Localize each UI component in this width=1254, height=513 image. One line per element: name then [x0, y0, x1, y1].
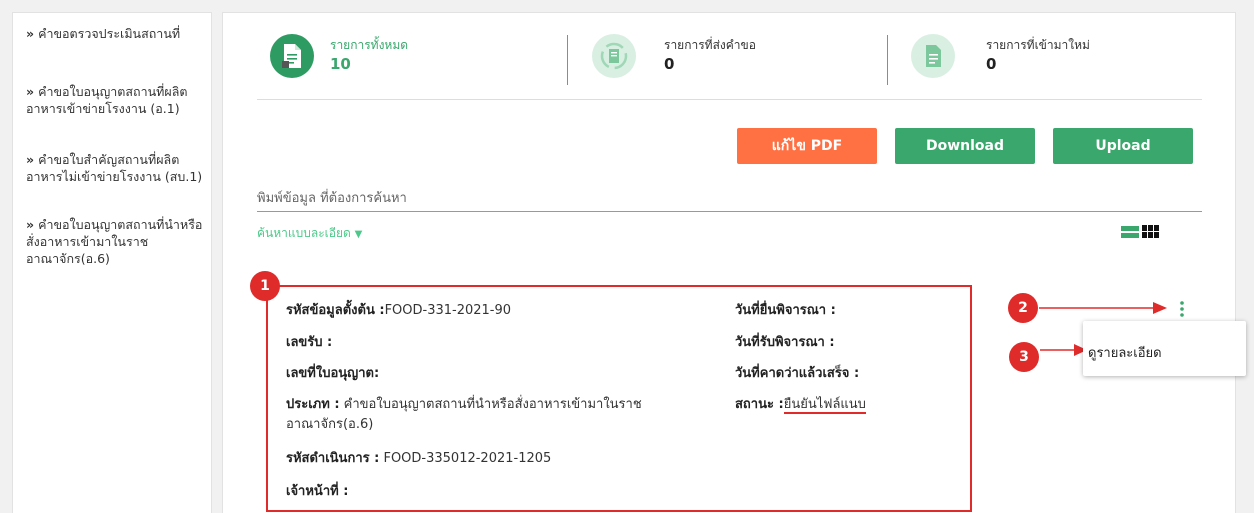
officer-row: เจ้าหน้าที่ : [286, 482, 348, 502]
stat-total-label: รายการทั้งหมด [330, 38, 409, 52]
license-no-label: เลขที่ใบอนุญาต: [286, 366, 380, 381]
annotation-badge-2: 2 [1008, 293, 1038, 323]
receive-no-label: เลขรับ : [286, 335, 333, 350]
stat-total-value: 10 [330, 55, 351, 73]
receive-no-row: เลขรับ : [286, 333, 332, 353]
divider [567, 35, 568, 85]
double-chevron-icon: » [26, 84, 35, 99]
sidebar-item-factory-license[interactable]: » คำขอใบอนุญาตสถานที่ผลิตอาหารเข้าข่ายโรง… [26, 83, 206, 117]
stat-submitted-value: 0 [664, 55, 675, 73]
sidebar-item-non-factory-certificate[interactable]: » คำขอใบสำคัญสถานที่ผลิตอาหารไม่เข้าข่ายโ… [26, 151, 206, 185]
context-menu: ดูรายละเอียด [1083, 321, 1246, 376]
sidebar-item-inspection[interactable]: » คำขอตรวจประเมินสถานที่ [26, 25, 206, 42]
origin-code-label: รหัสข้อมูลตั้งต้น : [286, 303, 385, 318]
chevron-down-icon: ▼ [354, 229, 363, 240]
expected-date-label: วันที่คาดว่าแล้วเสร็จ : [735, 366, 860, 381]
type-label: ประเภท : [286, 397, 340, 412]
sidebar-item-label: คำขอใบอนุญาตสถานที่ผลิตอาหารเข้าข่ายโรงง… [26, 84, 188, 116]
edit-pdf-button[interactable]: แก้ไข PDF [737, 128, 877, 164]
download-button[interactable]: Download [895, 128, 1035, 164]
process-code-row: รหัสดำเนินการ : FOOD-335012-2021-1205 [286, 449, 551, 469]
process-code-value: FOOD-335012-2021-1205 [383, 451, 552, 466]
grid-view-icon[interactable] [1142, 224, 1160, 240]
record-card: รหัสข้อมูลตั้งต้น :FOOD-331-2021-90 เลขร… [266, 285, 972, 512]
submit-date-label: วันที่ยื่นพิจารณา : [735, 303, 836, 318]
sync-document-icon [592, 34, 636, 78]
double-chevron-icon: » [26, 152, 35, 167]
list-view-icon[interactable] [1121, 224, 1139, 240]
view-detail-menu-item[interactable]: ดูรายละเอียด [1088, 342, 1162, 363]
stat-new-label: รายการที่เข้ามาใหม่ [986, 38, 1090, 52]
status-row: สถานะ :ยืนยันไฟล์แนบ [735, 395, 866, 415]
type-row: ประเภท : คำขอใบอนุญาตสถานที่นำหรือสั่งอา… [286, 395, 686, 435]
annotation-badge-3: 3 [1009, 342, 1039, 372]
kebab-menu-icon[interactable] [1177, 299, 1187, 319]
expected-date-row: วันที่คาดว่าแล้วเสร็จ : [735, 364, 859, 384]
status-label: สถานะ : [735, 397, 784, 412]
process-code-label: รหัสดำเนินการ : [286, 451, 380, 466]
divider [887, 35, 888, 85]
stats-divider [257, 99, 1202, 100]
submit-date-row: วันที่ยื่นพิจารณา : [735, 301, 836, 321]
upload-button[interactable]: Upload [1053, 128, 1193, 164]
double-chevron-icon: » [26, 26, 35, 41]
sidebar-item-label: คำขอใบอนุญาตสถานที่นำหรือสั่งอาหารเข้ามา… [26, 217, 203, 266]
annotation-badge-1: 1 [250, 271, 280, 301]
receive-date-row: วันที่รับพิจารณา : [735, 333, 835, 353]
new-document-icon [911, 34, 955, 78]
document-icon [270, 34, 314, 78]
stat-submitted-label: รายการที่ส่งคำขอ [664, 38, 756, 52]
license-no-row: เลขที่ใบอนุญาต: [286, 364, 379, 384]
origin-code-value: FOOD-331-2021-90 [384, 303, 512, 318]
arrow-right-icon [1039, 302, 1167, 314]
receive-date-label: วันที่รับพิจารณา : [735, 335, 835, 350]
sidebar-item-label: คำขอตรวจประเมินสถานที่ [38, 26, 181, 41]
advanced-search-toggle[interactable]: ค้นหาแบบละเอียด ▼ [257, 224, 362, 243]
search-input[interactable] [257, 185, 1202, 212]
main-panel: รายการทั้งหมด 10 รายการที่ส่งคำขอ 0 รายก… [222, 12, 1246, 513]
sidebar-item-label: คำขอใบสำคัญสถานที่ผลิตอาหารไม่เข้าข่ายโร… [26, 152, 203, 184]
type-value: คำขอใบอนุญาตสถานที่นำหรือสั่งอาหารเข้ามา… [286, 397, 642, 432]
sidebar: » คำขอตรวจประเมินสถานที่ » คำขอใบอนุญาตสถา… [12, 12, 212, 513]
status-value: ยืนยันไฟล์แนบ [783, 397, 866, 414]
sidebar-item-import-license[interactable]: » คำขอใบอนุญาตสถานที่นำหรือสั่งอาหารเข้าม… [26, 216, 206, 267]
stat-new-value: 0 [986, 55, 997, 73]
double-chevron-icon: » [26, 217, 35, 232]
origin-code-row: รหัสข้อมูลตั้งต้น :FOOD-331-2021-90 [286, 301, 511, 321]
officer-label: เจ้าหน้าที่ : [286, 484, 349, 499]
advanced-search-label: ค้นหาแบบละเอียด [257, 226, 351, 240]
